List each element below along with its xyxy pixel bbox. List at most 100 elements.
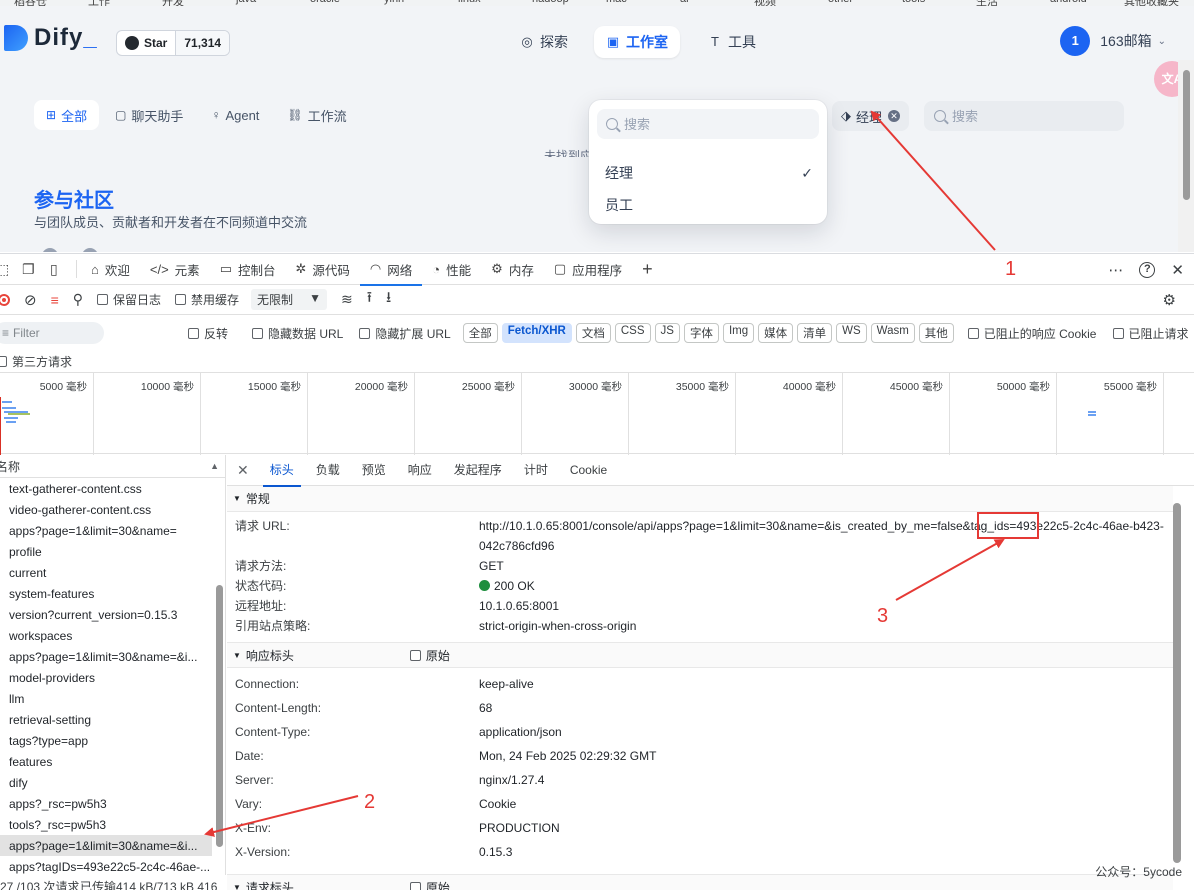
request-row[interactable]: text-gatherer-content.css <box>0 478 212 499</box>
upload-icon[interactable]: ⭱ <box>367 287 372 312</box>
detail-tab[interactable]: 标头 <box>259 455 305 487</box>
nav-explore[interactable]: ◎ 探索 <box>508 26 580 58</box>
add-tab-button[interactable]: + <box>632 254 669 285</box>
devtools-tab-memory[interactable]: ⚙ 内存 <box>481 254 544 285</box>
type-filter-chip[interactable]: 媒体 <box>758 323 794 343</box>
bookmark-folder[interactable]: java <box>236 0 256 5</box>
dock-icon[interactable]: ▯ <box>50 261 66 278</box>
inspect-icon[interactable]: ⬚ <box>0 261 12 278</box>
bookmark-folder[interactable]: oracle <box>310 0 340 5</box>
tab-workflow[interactable]: ⛓ 工作流 <box>275 100 358 130</box>
detail-tab[interactable]: 负载 <box>305 455 351 486</box>
request-list-header[interactable]: 名称 ▲ <box>0 455 225 478</box>
tag-option-employee[interactable]: 员工 <box>589 190 827 220</box>
search-input[interactable] <box>952 108 1092 124</box>
filter-field[interactable]: ≡ <box>0 322 104 344</box>
tag-option-manager[interactable]: 经理 ✓ <box>589 158 827 188</box>
request-row[interactable]: apps?page=1&limit=30&name=&i... <box>0 646 212 667</box>
more-icon[interactable]: ⋯ <box>1108 261 1123 279</box>
detail-tab[interactable]: Cookie <box>559 455 618 486</box>
request-row[interactable]: workspaces <box>0 625 212 646</box>
devtools-tab-elements[interactable]: </> 元素 <box>140 254 210 285</box>
detail-tab[interactable]: 响应 <box>397 455 443 486</box>
raw-checkbox[interactable]: 原始 <box>409 647 450 664</box>
bookmark-folder[interactable]: linux <box>458 0 481 5</box>
bookmark-folder[interactable]: hadoop <box>532 0 569 5</box>
devtools-tab-performance[interactable]: ◔ 性能 <box>422 254 481 285</box>
request-row[interactable]: current <box>0 562 212 583</box>
request-list-scrollbar[interactable] <box>216 585 223 847</box>
request-row[interactable]: dify <box>0 772 212 793</box>
record-icon[interactable] <box>0 293 10 306</box>
bookmark-folder[interactable]: android <box>1050 0 1087 5</box>
network-conditions-icon[interactable]: ≋ <box>341 291 353 308</box>
devtools-tab-application[interactable]: ▢ 应用程序 <box>544 254 632 285</box>
bookmark-folder[interactable]: yinh <box>384 0 404 5</box>
blocked-cookies-checkbox[interactable]: 已阻止的响应 Cookie <box>967 325 1097 342</box>
devtools-tab-console[interactable]: ▭ 控制台 <box>210 254 286 285</box>
type-filter-chip[interactable]: CSS <box>614 323 651 343</box>
filter-input[interactable] <box>13 326 94 340</box>
tag-search[interactable] <box>597 109 819 139</box>
tag-filter[interactable]: ⬗ 经理 ✕ <box>832 101 910 131</box>
wechat-icon[interactable] <box>82 248 98 252</box>
hide-ext-url-checkbox[interactable]: 隐藏扩展 URL <box>359 325 451 342</box>
request-row[interactable]: system-features <box>0 583 212 604</box>
devtools-tab-sources[interactable]: ✲ 源代码 <box>286 254 360 285</box>
detail-tab[interactable]: 计时 <box>513 455 559 486</box>
page-scrollbar[interactable] <box>1178 60 1194 252</box>
clear-tag-icon[interactable]: ✕ <box>888 110 901 122</box>
request-row[interactable]: llm <box>0 688 212 709</box>
type-filter-chip[interactable]: WS <box>836 323 867 343</box>
throttle-select[interactable]: 无限制 ▼ <box>251 289 328 310</box>
type-filter-chip[interactable]: 字体 <box>683 323 719 343</box>
blocked-requests-checkbox[interactable]: 已阻止请求 <box>1112 325 1189 342</box>
hide-data-url-checkbox[interactable]: 隐藏数据 URL <box>252 325 343 342</box>
search-icon[interactable]: ⚲ <box>73 291 83 308</box>
request-row[interactable]: model-providers <box>0 667 212 688</box>
detail-tab[interactable]: 预览 <box>351 455 397 486</box>
request-row[interactable]: retrieval-setting <box>0 709 212 730</box>
request-row[interactable]: apps?page=1&limit=30&name=&i... <box>0 835 212 856</box>
tab-agent[interactable]: ♀ Agent <box>199 100 271 130</box>
type-filter-chip[interactable]: 文档 <box>575 323 611 343</box>
response-headers-section-header[interactable]: ▼ 响应标头 原始 <box>227 642 1173 668</box>
gear-icon[interactable]: ⚙ <box>1163 291 1176 309</box>
request-row[interactable]: version?current_version=0.15.3 <box>0 604 212 625</box>
request-row[interactable]: apps?page=1&limit=30&name= <box>0 520 212 541</box>
type-filter-chip[interactable]: Fetch/XHR <box>501 323 572 343</box>
request-row[interactable]: apps?_rsc=pw5h3 <box>0 793 212 814</box>
bookmark-folder[interactable]: tools <box>902 0 925 5</box>
page-scrollbar-thumb[interactable] <box>1183 70 1190 200</box>
request-row[interactable]: features <box>0 751 212 772</box>
bookmark-folder[interactable]: ai <box>680 0 689 5</box>
request-row[interactable]: video-gatherer-content.css <box>0 499 212 520</box>
devtools-tab-network[interactable]: ◠ 网络 <box>359 254 423 286</box>
type-filter-chip[interactable]: 其他 <box>918 323 954 343</box>
clear-icon[interactable]: ⊘ <box>24 291 37 309</box>
request-row[interactable]: tags?type=app <box>0 730 212 751</box>
nav-studio[interactable]: ▣ 工作室 <box>594 26 680 58</box>
download-icon[interactable]: ⭳ <box>386 287 391 312</box>
close-icon[interactable]: ✕ <box>1171 261 1184 279</box>
third-party-checkbox[interactable]: 第三方请求 <box>0 350 72 372</box>
dify-logo[interactable]: Dify_ <box>4 24 98 52</box>
app-search[interactable] <box>924 101 1124 131</box>
request-row[interactable]: profile <box>0 541 212 562</box>
devtools-tab-welcome[interactable]: ⌂ 欢迎 <box>81 254 140 285</box>
tab-chat-assistant[interactable]: ▢ 聊天助手 <box>103 100 195 130</box>
detail-scrollbar[interactable] <box>1173 503 1181 863</box>
invert-checkbox[interactable]: 反转 <box>188 325 228 342</box>
bookmark-folder[interactable]: other <box>828 0 853 5</box>
help-icon[interactable]: ? <box>1139 261 1156 278</box>
type-filter-chip[interactable]: Img <box>722 323 755 343</box>
tag-search-input[interactable] <box>624 116 764 132</box>
type-filter-chip[interactable]: JS <box>654 323 680 343</box>
nav-tools[interactable]: T 工具 <box>696 26 768 58</box>
user-menu[interactable]: 1 163邮箱 ⌄ <box>1060 26 1166 56</box>
type-filter-chip[interactable]: 全部 <box>462 323 498 343</box>
request-row[interactable]: apps?tagIDs=493e22c5-2c4c-46ae-... <box>0 856 212 875</box>
general-section-header[interactable]: ▼ 常规 <box>227 486 1173 512</box>
network-timeline[interactable]: 5000 毫秒 10000 毫秒 15000 毫秒 20000 毫秒 25000 毫秒 3… <box>0 372 1194 455</box>
disable-cache-checkbox[interactable]: 禁用缓存 <box>175 291 239 308</box>
